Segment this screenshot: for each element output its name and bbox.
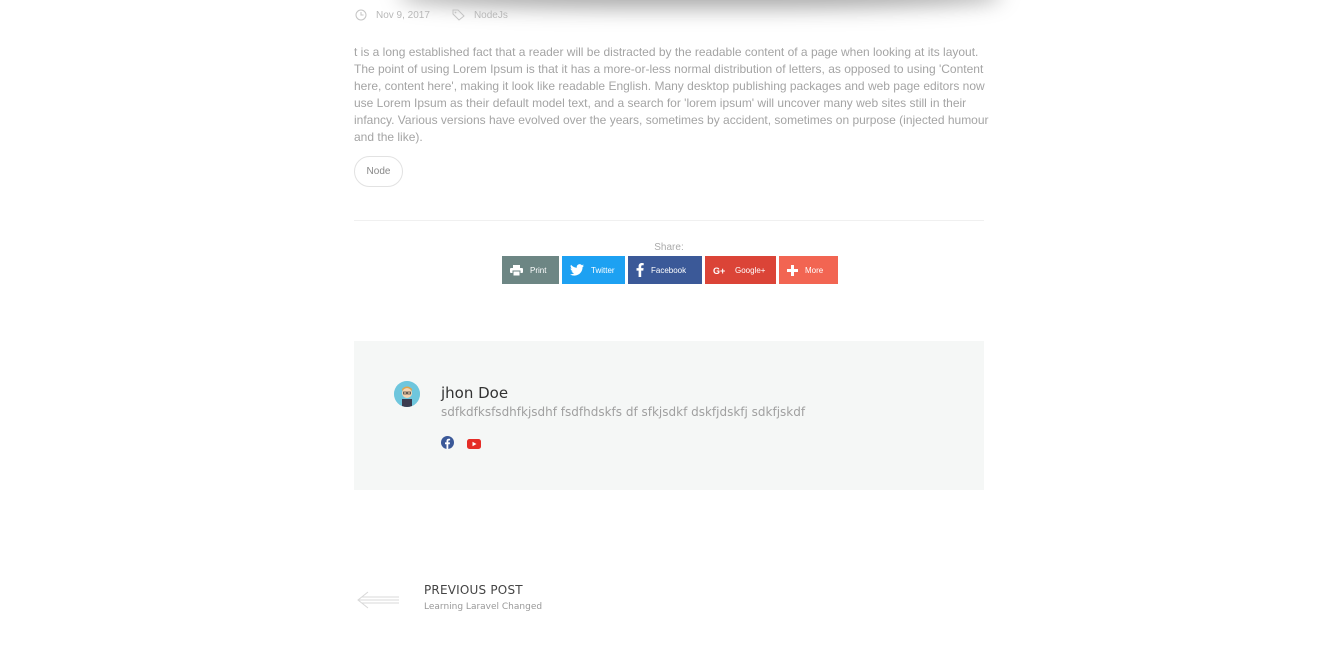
post-category-text[interactable]: NodeJs [474,10,508,21]
share-facebook-label: Facebook [651,265,687,275]
author-avatar[interactable] [394,381,420,407]
post-date: Nov 9, 2017 [355,9,430,21]
divider [354,220,984,221]
share-print-label: Print [530,265,547,275]
facebook-icon [636,263,644,277]
post-date-text: Nov 9, 2017 [376,9,430,21]
printer-icon [510,264,523,276]
share-twitter-label: Twitter [591,265,615,275]
previous-post-text: PREVIOUS POST Learning Laravel Changed [424,583,542,612]
svg-text:G+: G+ [713,266,725,275]
post-category[interactable]: NodeJs [452,9,508,21]
author-bio: sdfkdfksfsdhfkjsdhf fsdfhdskfs df sfkjsd… [441,405,806,419]
author-social-links [441,436,481,454]
facebook-icon[interactable] [441,436,454,454]
arrow-left-icon [356,590,400,615]
previous-post-title: Learning Laravel Changed [424,602,543,612]
previous-post-link[interactable]: PREVIOUS POST Learning Laravel Changed [356,583,542,615]
tag-node[interactable]: Node [354,156,403,187]
plus-icon [787,264,798,276]
twitter-icon [570,264,584,276]
clock-icon [355,9,367,21]
tag-icon [452,9,465,21]
author-name: jhon Doe [441,384,509,402]
share-print-button[interactable]: Print [502,256,559,284]
share-more-button[interactable]: More [779,256,838,284]
share-google-plus-label: Google+ [735,265,766,275]
previous-post-label: PREVIOUS POST [424,583,523,597]
share-label: Share: [654,242,684,253]
youtube-icon[interactable] [467,436,481,454]
share-twitter-button[interactable]: Twitter [562,256,625,284]
share-google-plus-button[interactable]: G+ Google+ [705,256,776,284]
share-facebook-button[interactable]: Facebook [628,256,702,284]
author-box: jhon Doe sdfkdfksfsdhfkjsdhf fsdfhdskfs … [354,341,984,490]
google-plus-icon: G+ [713,265,728,275]
share-more-label: More [805,265,824,275]
share-buttons: Print Twitter Facebook G+ Google+ More [502,256,838,284]
post-content: t is a long established fact that a read… [354,45,989,144]
post-meta: Nov 9, 2017 NodeJs [355,9,524,21]
